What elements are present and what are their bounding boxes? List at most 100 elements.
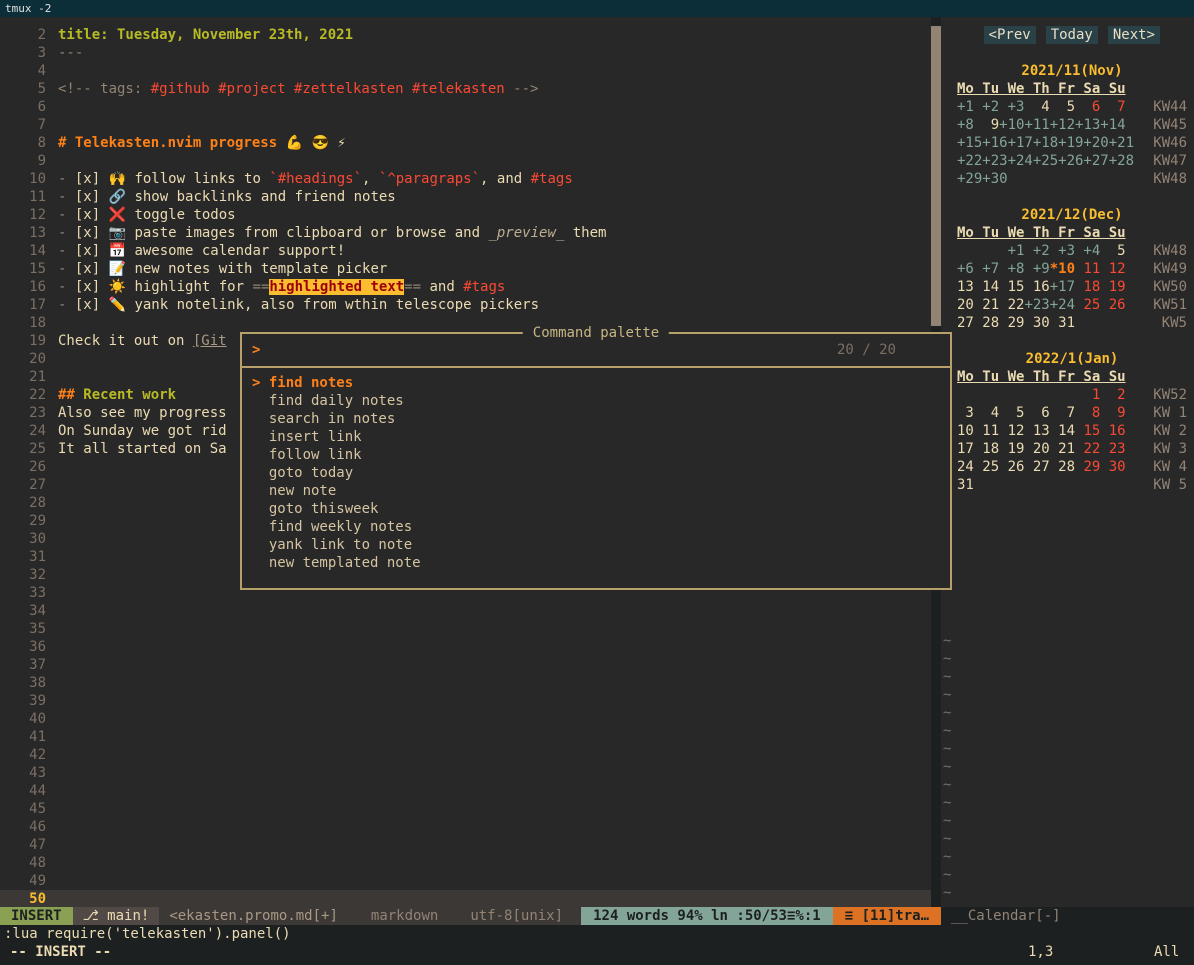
editor-line[interactable]: 45 <box>0 800 931 818</box>
calendar-week-row[interactable]: 1 2KW52 <box>957 386 1187 404</box>
editor-line[interactable]: 13- [x] 📷 paste images from clipboard or… <box>0 224 931 242</box>
palette-item[interactable]: new note <box>242 482 950 500</box>
calendar-day-cell[interactable]: 3 4 5 6 7 <box>957 405 1075 421</box>
calendar-day-cell[interactable]: 29 30 <box>1075 459 1126 475</box>
editor-line[interactable]: 17- [x] ✏️ yank notelink, also from wthi… <box>0 296 931 314</box>
calendar-day-cell[interactable]: 4 5 <box>1024 99 1075 115</box>
calendar-day-cell[interactable]: +6 +7 +8 +9 <box>957 261 1050 277</box>
palette-item[interactable]: find daily notes <box>242 392 950 410</box>
calendar-day-cell[interactable]: +1 +2 +3 +4 <box>1008 243 1101 259</box>
editor-line[interactable]: 36 <box>0 638 931 656</box>
calendar-day-cell[interactable]: 15 16 <box>1075 423 1126 439</box>
scrollbar-thumb[interactable] <box>931 26 941 326</box>
editor-line[interactable]: 12- [x] ❌ toggle todos <box>0 206 931 224</box>
calendar-day-cell[interactable]: 25 26 <box>1075 297 1126 313</box>
editor-line[interactable]: 8# Telekasten.nvim progress 💪 😎 ⚡ <box>0 134 931 152</box>
editor-line[interactable]: 10- [x] 🙌 follow links to `#headings`, `… <box>0 170 931 188</box>
editor-line[interactable]: 18 <box>0 314 931 332</box>
calendar-day-cell[interactable]: 20 21 22 <box>957 297 1024 313</box>
calendar-week-row[interactable]: +1 +2 +3 4 5 6 7KW44 <box>957 98 1187 116</box>
calendar-day-cell[interactable]: 1 2 <box>1083 387 1125 403</box>
calendar-day-cell[interactable]: +8 <box>957 117 974 133</box>
calendar-week-row[interactable]: 20 21 22+23+24 25 26KW51 <box>957 296 1187 314</box>
editor-line[interactable]: 39 <box>0 692 931 710</box>
editor-line[interactable]: 49 <box>0 872 931 890</box>
calendar-day-cell[interactable]: 17 18 19 20 21 <box>957 441 1075 457</box>
editor-line[interactable]: 48 <box>0 854 931 872</box>
calendar-week-row[interactable]: 24 25 26 27 28 29 30KW 4 <box>957 458 1187 476</box>
calendar-day-cell[interactable]: 10 11 12 13 14 <box>957 423 1075 439</box>
command-line[interactable]: :lua require('telekasten').panel() <box>0 925 1194 943</box>
calendar-prev-button[interactable]: <Prev <box>984 26 1036 44</box>
editor-line[interactable]: 7 <box>0 116 931 134</box>
editor-line[interactable]: 47 <box>0 836 931 854</box>
editor-line[interactable]: 50 <box>0 890 931 907</box>
calendar-day-cell[interactable]: 9 <box>974 117 999 133</box>
calendar-week-row[interactable]: +15+16+17+18+19+20+21KW46 <box>957 134 1187 152</box>
palette-item[interactable]: yank link to note <box>242 536 950 554</box>
calendar-day-cell[interactable]: +10+11+12+13+14 <box>999 117 1125 133</box>
editor-line[interactable]: 40 <box>0 710 931 728</box>
calendar-day-cell[interactable]: 13 14 15 16 <box>957 279 1050 295</box>
palette-item[interactable]: find weekly notes <box>242 518 950 536</box>
calendar-day-cell[interactable]: 22 23 <box>1075 441 1126 457</box>
calendar-week-row[interactable]: +6 +7 +8 +9*10 11 12KW49 <box>957 260 1187 278</box>
calendar-day-cell[interactable]: +15+16+17+18+19+20+21 <box>957 135 1134 151</box>
calendar-day-cell[interactable]: 11 12 <box>1075 261 1126 277</box>
calendar-day-cell[interactable]: 31 <box>957 477 974 493</box>
calendar-day-cell[interactable]: +22+23+24+25+26+27+28 <box>957 153 1134 169</box>
calendar-day-cell[interactable] <box>957 243 1008 259</box>
calendar-day-cell[interactable]: +29+30 <box>957 171 1008 187</box>
editor-line[interactable]: 5<!-- tags: #github #project #zettelkast… <box>0 80 931 98</box>
editor-line[interactable]: 44 <box>0 782 931 800</box>
calendar-week-row[interactable]: +22+23+24+25+26+27+28KW47 <box>957 152 1187 170</box>
palette-item[interactable]: new templated note <box>242 554 950 572</box>
calendar-week-row[interactable]: 3 4 5 6 7 8 9KW 1 <box>957 404 1187 422</box>
calendar-week-row[interactable]: 10 11 12 13 14 15 16KW 2 <box>957 422 1187 440</box>
calendar-day-cell[interactable]: +17 <box>1050 279 1075 295</box>
calendar-day-cell[interactable]: 24 25 26 27 28 <box>957 459 1075 475</box>
calendar-week-row[interactable]: 13 14 15 16+17 18 19KW50 <box>957 278 1187 296</box>
palette-item[interactable]: follow link <box>242 446 950 464</box>
editor-line[interactable]: 46 <box>0 818 931 836</box>
calendar-day-cell[interactable]: *10 <box>1050 261 1075 277</box>
editor-line[interactable]: 3--- <box>0 44 931 62</box>
editor-line[interactable]: 37 <box>0 656 931 674</box>
editor-line[interactable]: 11- [x] 🔗 show backlinks and friend note… <box>0 188 931 206</box>
calendar-day-cell[interactable] <box>957 387 1083 403</box>
editor-line[interactable]: 2title: Tuesday, November 23th, 2021 <box>0 26 931 44</box>
editor-line[interactable]: 15- [x] 📝 new notes with template picker <box>0 260 931 278</box>
calendar-week-row[interactable]: +29+30KW48 <box>957 170 1187 188</box>
calendar-day-cell[interactable]: +23+24 <box>1024 297 1075 313</box>
calendar-day-cell[interactable]: 27 28 29 30 31 <box>957 315 1075 331</box>
editor-line[interactable]: 4 <box>0 62 931 80</box>
calendar-week-row[interactable]: 17 18 19 20 21 22 23KW 3 <box>957 440 1187 458</box>
editor-line[interactable]: 38 <box>0 674 931 692</box>
editor-line[interactable]: 14- [x] 📅 awesome calendar support! <box>0 242 931 260</box>
editor-line[interactable]: 9 <box>0 152 931 170</box>
calendar-next-button[interactable]: Next> <box>1108 26 1160 44</box>
editor-line[interactable]: 35 <box>0 620 931 638</box>
editor-line[interactable]: 41 <box>0 728 931 746</box>
calendar-day-cell[interactable]: 6 7 <box>1075 99 1126 115</box>
calendar-day-cell[interactable]: 8 9 <box>1075 405 1126 421</box>
calendar-week-row[interactable]: +8 9+10+11+12+13+14KW45 <box>957 116 1187 134</box>
editor-line[interactable]: 16- [x] ☀️ highlight for ==highlighted t… <box>0 278 931 296</box>
calendar-day-cell[interactable]: 18 19 <box>1075 279 1126 295</box>
palette-item[interactable]: search in notes <box>242 410 950 428</box>
editor-line[interactable]: 42 <box>0 746 931 764</box>
palette-item[interactable]: goto thisweek <box>242 500 950 518</box>
calendar-day-cell[interactable]: 5 <box>1100 243 1125 259</box>
palette-item[interactable]: insert link <box>242 428 950 446</box>
calendar-today-button[interactable]: Today <box>1046 26 1098 44</box>
calendar-week-row[interactable]: +1 +2 +3 +4 5KW48 <box>957 242 1187 260</box>
calendar-days: 3 4 5 6 7 8 9 <box>957 404 1126 422</box>
editor-line[interactable]: 6 <box>0 98 931 116</box>
editor-line[interactable]: 34 <box>0 602 931 620</box>
palette-item[interactable]: goto today <box>242 464 950 482</box>
palette-item[interactable]: > find notes <box>242 374 950 392</box>
calendar-day-cell[interactable]: +1 +2 +3 <box>957 99 1024 115</box>
calendar-week-row[interactable]: 31KW 5 <box>957 476 1187 494</box>
editor-line[interactable]: 43 <box>0 764 931 782</box>
calendar-week-row[interactable]: 27 28 29 30 31KW5 <box>957 314 1187 332</box>
